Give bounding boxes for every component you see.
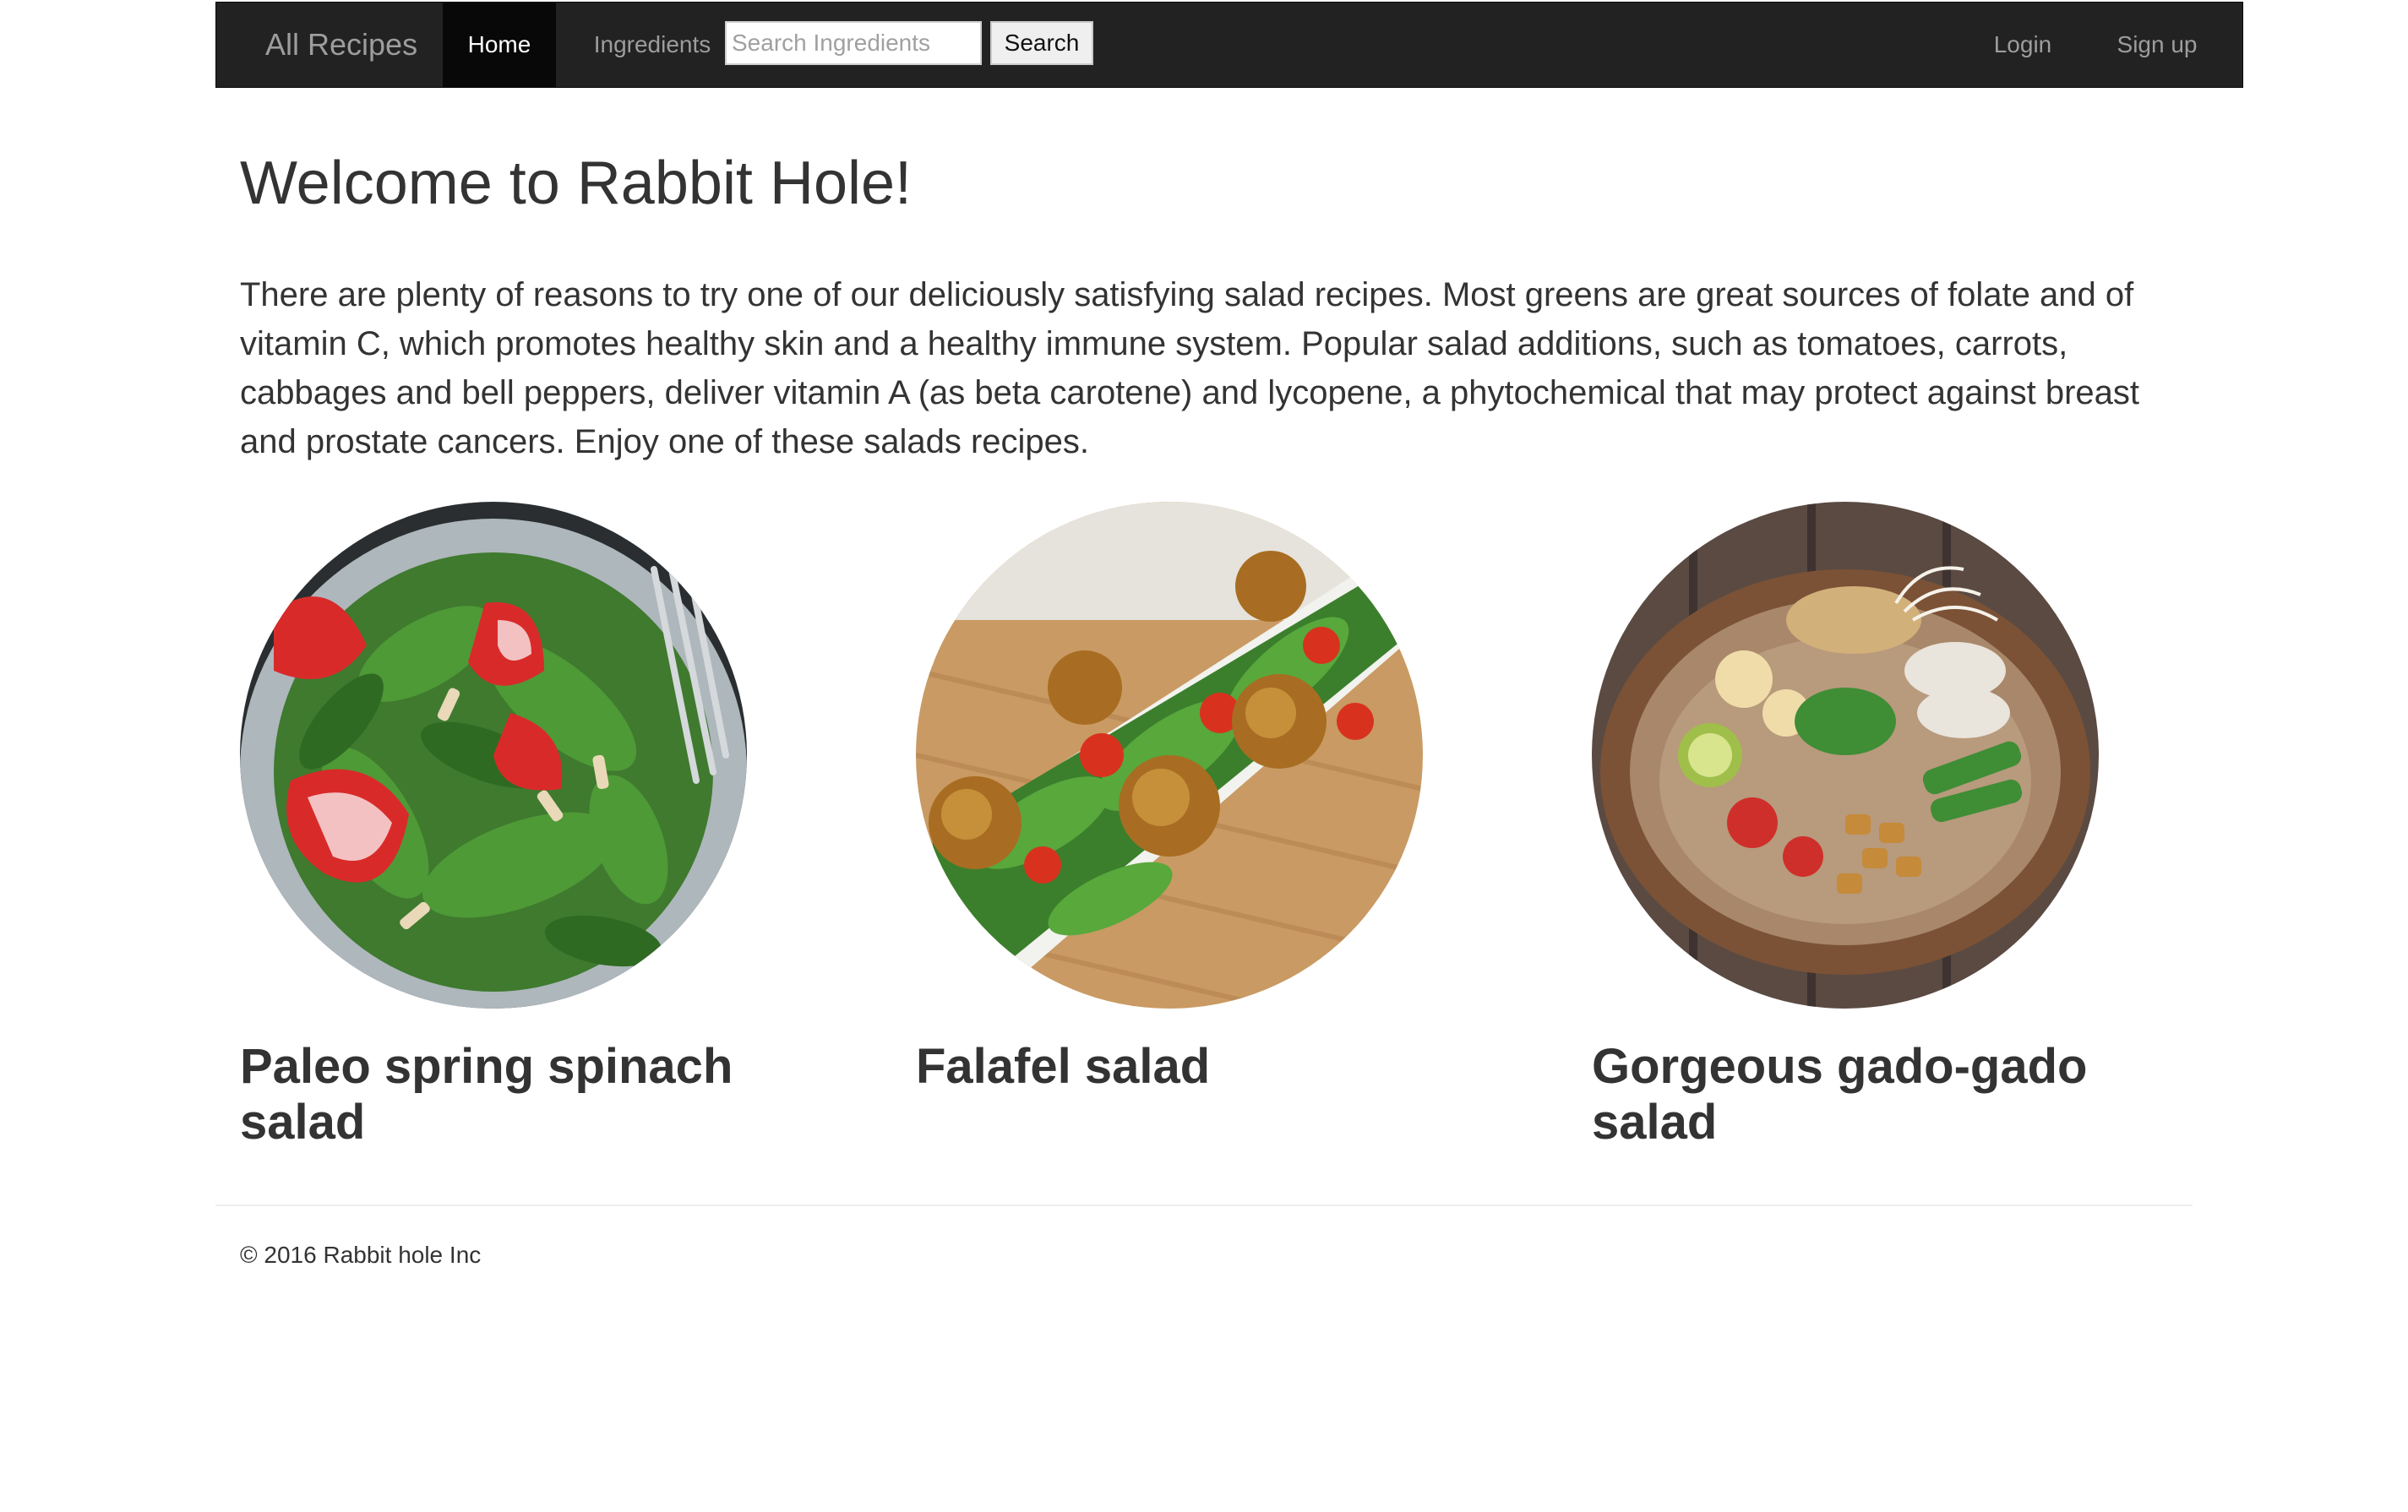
gado-gado-image[interactable] xyxy=(1592,502,2099,1009)
footer-divider xyxy=(215,1205,2193,1206)
footer-copyright: © 2016 Rabbit hole Inc xyxy=(240,1242,482,1268)
spinach-salad-image[interactable] xyxy=(240,502,747,1009)
recipe-title[interactable]: Gorgeous gado-gado salad xyxy=(1592,1039,2116,1150)
nav-ingredients[interactable]: Ingredients xyxy=(563,3,742,87)
nav-login[interactable]: Login xyxy=(1972,3,2073,87)
recipe-title[interactable]: Falafel salad xyxy=(916,1039,1440,1095)
nav-home[interactable]: Home xyxy=(443,3,556,87)
recipe-title[interactable]: Paleo spring spinach salad xyxy=(240,1039,764,1150)
intro-paragraph: There are plenty of reasons to try one o… xyxy=(240,276,2140,460)
falafel-salad-image[interactable] xyxy=(916,502,1423,1009)
search-button[interactable]: Search xyxy=(990,21,1093,65)
page-title: Welcome to Rabbit Hole! xyxy=(240,150,913,217)
nav-signup[interactable]: Sign up xyxy=(2094,3,2220,87)
recipe-card: Paleo spring spinach salad xyxy=(240,502,831,1150)
recipe-card: Gorgeous gado-gado salad xyxy=(1592,502,2183,1150)
recipe-card: Falafel salad xyxy=(916,502,1507,1094)
top-navbar: All Recipes Home Ingredients Search Logi… xyxy=(215,2,2243,88)
brand-link[interactable]: All Recipes xyxy=(265,3,417,87)
search-input[interactable] xyxy=(725,21,982,65)
